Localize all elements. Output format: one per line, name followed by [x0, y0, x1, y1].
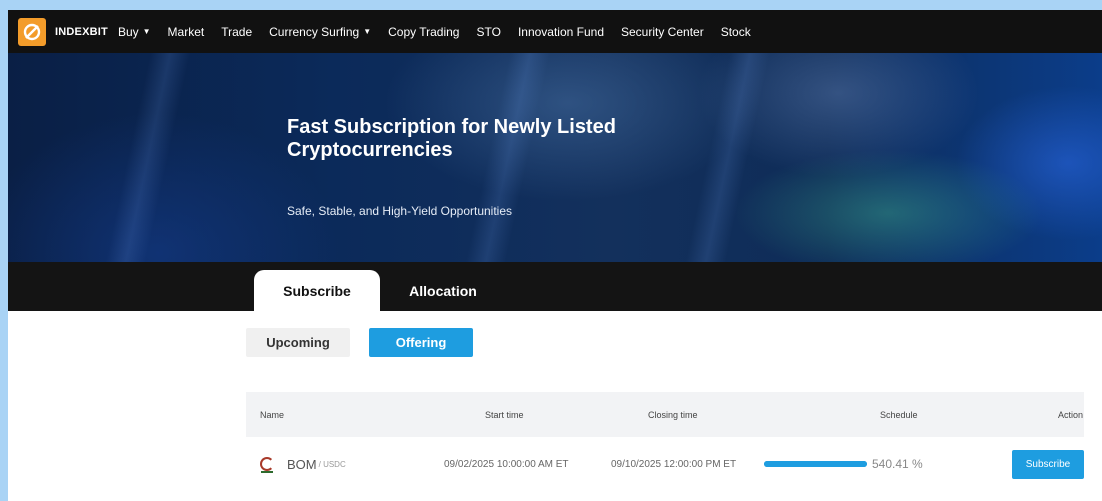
offering-table: Name Start time Closing time Schedule Ac…: [246, 392, 1084, 491]
logo-icon[interactable]: [18, 17, 46, 46]
tab-subscribe[interactable]: Subscribe: [254, 270, 380, 311]
nav-item-sto[interactable]: STO: [476, 25, 500, 39]
nav-item-copy-trading[interactable]: Copy Trading: [388, 25, 459, 39]
header-closing-time: Closing time: [648, 409, 698, 420]
nav-item-label: Copy Trading: [388, 24, 460, 39]
coin-quote: / USDC: [318, 459, 346, 469]
header-schedule: Schedule: [880, 409, 918, 420]
subscribe-button[interactable]: Subscribe: [1012, 449, 1084, 479]
nav-item-label: Market: [167, 24, 205, 39]
nav-menu: Buy ▼ Market Trade Currency Surfing ▼ Copy Tra…: [118, 25, 768, 39]
table-header: Name Start time Closing time Schedule Ac…: [246, 392, 1084, 437]
nav-item-stock[interactable]: Stock: [721, 25, 751, 39]
sub-tab-group: Upcoming Offering: [246, 328, 473, 357]
caret-down-icon: ▼: [363, 27, 372, 36]
hero-subtitle: Safe, Stable, and High-Yield Opportuniti…: [287, 204, 513, 218]
header-start-time: Start time: [485, 409, 524, 420]
table-row: BOM / USDC 09/02/2025 10:00:00 AM ET 09/…: [246, 437, 1084, 491]
name-cell: BOM / USDC: [260, 437, 346, 491]
nav-item-label: Security Center: [621, 24, 704, 39]
nav-item-security-center[interactable]: Security Center: [621, 25, 704, 39]
tab-allocation[interactable]: Allocation: [393, 270, 493, 311]
header-action: Action: [1058, 409, 1084, 420]
hero-light-streak: [685, 53, 771, 262]
nav-item-buy[interactable]: Buy ▼: [118, 25, 151, 39]
nav-item-label: Stock: [720, 24, 751, 39]
header-name: Name: [260, 409, 285, 420]
nav-item-market[interactable]: Market: [168, 25, 205, 39]
hero-banner: Fast Subscription for Newly Listed Crypt…: [8, 53, 1102, 262]
closing-time-cell: 09/10/2025 12:00:00 PM ET: [611, 458, 737, 470]
nav-item-label: Innovation Fund: [517, 24, 604, 39]
schedule-cell: 540.41 %: [764, 437, 923, 491]
schedule-progress-bar: [764, 461, 867, 467]
progress-fill: [764, 461, 867, 467]
start-time-cell: 09/02/2025 10:00:00 AM ET: [444, 458, 569, 470]
nav-item-currency-surfing[interactable]: Currency Surfing ▼: [269, 25, 371, 39]
logo-mark-icon: [23, 23, 41, 40]
nav-item-label: Trade: [221, 24, 253, 39]
nav-item-trade[interactable]: Trade: [221, 25, 252, 39]
subtab-offering[interactable]: Offering: [369, 328, 473, 357]
nav-item-label: STO: [476, 24, 501, 39]
brand-name[interactable]: INDEXBIT: [55, 26, 108, 38]
subtab-upcoming[interactable]: Upcoming: [246, 328, 350, 357]
main-tab-bar: Subscribe Allocation: [8, 262, 1102, 311]
nav-item-label: Currency Surfing: [269, 24, 360, 39]
nav-item-innovation-fund[interactable]: Innovation Fund: [518, 25, 604, 39]
caret-down-icon: ▼: [142, 27, 151, 36]
hero-title: Fast Subscription for Newly Listed Crypt…: [287, 116, 616, 161]
coin-icon: [260, 457, 274, 473]
nav-item-label: Buy: [117, 24, 139, 39]
schedule-percent: 540.41 %: [872, 457, 923, 471]
top-nav: INDEXBIT Buy ▼ Market Trade Currency Surfing…: [8, 10, 1102, 53]
coin-symbol: BOM: [287, 456, 317, 472]
action-cell: Subscribe: [1012, 437, 1084, 491]
hero-light-streak: [105, 53, 191, 262]
